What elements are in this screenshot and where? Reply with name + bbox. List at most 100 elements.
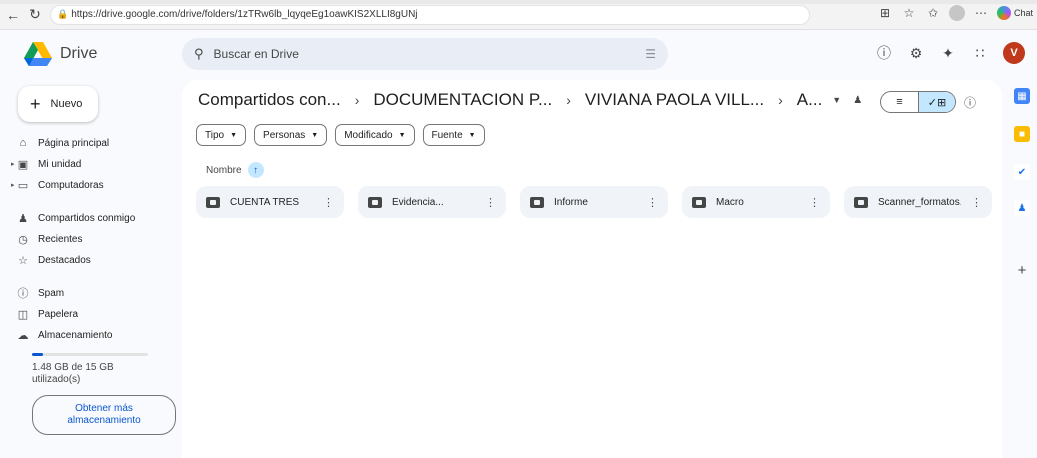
sort-by-name[interactable]: Nombre ↑	[206, 162, 264, 178]
more-vert-icon[interactable]: ⋮	[647, 196, 658, 209]
back-icon[interactable]: ←	[4, 6, 22, 24]
list-view-button[interactable]: ≡	[881, 92, 918, 112]
folder-item[interactable]: CUENTA TRES ⋮	[196, 186, 344, 218]
breadcrumb-item[interactable]: DOCUMENTACION P...	[371, 90, 554, 110]
filter-modified-chip[interactable]: Modificado ▼	[335, 124, 415, 146]
shared-icon: ♟	[18, 212, 28, 225]
computer-icon: ▭	[17, 179, 29, 192]
chip-label: Fuente	[431, 129, 463, 141]
new-button-label: Nuevo	[50, 98, 83, 110]
home-icon: ⌂	[19, 137, 27, 149]
chevron-down-icon: ▼	[311, 131, 319, 139]
grid-view-button[interactable]: ✓⊞	[918, 92, 955, 112]
storage-usage-text: 1.48 GB de 15 GB utilizado(s)	[32, 362, 114, 385]
chevron-down-icon: ▼	[398, 131, 406, 139]
sidebar-item-label: Recientes	[38, 233, 83, 245]
chip-label: Personas	[263, 129, 306, 141]
storage-progress-bar	[32, 353, 148, 356]
sidebar-item-label: Compartidos conmigo	[38, 212, 136, 224]
get-more-storage-button[interactable]: Obtener más almacenamiento	[32, 395, 176, 435]
folder-name: Informe	[554, 196, 588, 208]
apps-grid-icon[interactable]: ⊞	[877, 5, 893, 21]
cloud-icon: ☁	[17, 329, 29, 342]
google-apps-icon[interactable]: ∷	[971, 44, 989, 62]
folder-item[interactable]: Scanner_formatos... ⋮	[844, 186, 992, 218]
my-drive-icon: ▣	[17, 158, 29, 171]
sidebar-item-trash[interactable]: ◫ Papelera	[16, 304, 78, 324]
chip-label: Modificado	[344, 129, 393, 141]
reload-icon[interactable]: ↻	[26, 6, 44, 24]
add-addon-icon[interactable]: +	[1014, 262, 1030, 279]
search-input[interactable]: Buscar en Drive	[214, 47, 646, 61]
more-icon[interactable]: ⋯	[973, 5, 989, 21]
search-icon[interactable]: ⚲	[194, 46, 204, 62]
favorites-icon[interactable]: ✩	[925, 5, 941, 21]
sidebar-item-my-drive[interactable]: ▸ ▣ Mi unidad	[11, 154, 82, 174]
shared-folder-icon	[692, 196, 706, 208]
new-button[interactable]: + Nuevo	[18, 86, 98, 122]
help-icon[interactable]: ⓘ	[875, 44, 893, 62]
settings-icon[interactable]: ⚙	[907, 44, 925, 62]
breadcrumb-item[interactable]: Compartidos con...	[196, 90, 343, 110]
sidebar-item-home[interactable]: ⌂ Página principal	[16, 133, 110, 153]
browser-toolbar: ← ↻ 🔒 https://drive.google.com/drive/fol…	[0, 0, 1037, 30]
shared-folder-icon: ♟	[853, 94, 863, 106]
plus-icon: +	[30, 93, 41, 114]
sidebar-item-starred[interactable]: ☆ Destacados	[16, 250, 91, 270]
folder-menu-dropdown-icon[interactable]: ▼	[832, 95, 841, 105]
filter-source-chip[interactable]: Fuente ▼	[422, 124, 485, 146]
user-avatar[interactable]: V	[1003, 42, 1025, 64]
more-vert-icon[interactable]: ⋮	[323, 196, 334, 209]
site-info-icon[interactable]: 🔒	[57, 9, 68, 20]
filter-people-chip[interactable]: Personas ▼	[254, 124, 328, 146]
more-vert-icon[interactable]: ⋮	[485, 196, 496, 209]
chevron-down-icon: ▼	[230, 131, 238, 139]
details-info-icon[interactable]: ⓘ	[962, 94, 978, 110]
expand-caret-icon[interactable]: ▸	[11, 160, 15, 168]
drive-logo-link[interactable]: Drive	[24, 42, 97, 66]
sidebar-item-shared[interactable]: ♟ Compartidos conmigo	[16, 208, 135, 228]
expand-caret-icon[interactable]: ▸	[11, 181, 15, 189]
folder-item[interactable]: Macro ⋮	[682, 186, 830, 218]
sidebar-item-label: Computadoras	[38, 179, 104, 191]
storage-progress-fill	[32, 353, 44, 356]
tasks-icon[interactable]: ✔	[1014, 164, 1030, 180]
contacts-icon[interactable]: ♟	[1014, 200, 1030, 216]
sidebar-item-storage[interactable]: ☁ Almacenamiento	[16, 325, 113, 345]
main-content: Compartidos con... › DOCUMENTACION P... …	[182, 80, 1002, 458]
search-box[interactable]: ⚲ Buscar en Drive ☰	[182, 38, 668, 70]
trash-icon: ◫	[17, 308, 29, 321]
keep-icon[interactable]: ■	[1014, 126, 1030, 142]
side-panel: ▦ ■ ✔ ♟ +	[1006, 80, 1037, 458]
more-vert-icon[interactable]: ⋮	[971, 196, 982, 209]
sidebar-item-recent[interactable]: ◷ Recientes	[16, 229, 82, 249]
bookmark-star-icon[interactable]: ☆	[901, 5, 917, 21]
shared-folder-icon	[854, 196, 868, 208]
sidebar-item-label: Mi unidad	[38, 158, 82, 170]
url-text: https://drive.google.com/drive/folders/1…	[71, 9, 418, 20]
shared-folder-icon	[368, 196, 382, 208]
breadcrumb-current[interactable]: A...	[795, 90, 825, 110]
chevron-right-icon: ›	[778, 92, 783, 108]
drive-logo-icon	[24, 42, 52, 66]
calendar-icon[interactable]: ▦	[1014, 88, 1030, 104]
browser-profile-avatar[interactable]	[948, 5, 965, 21]
folder-name: Scanner_formatos...	[878, 196, 961, 208]
chevron-right-icon: ›	[354, 92, 360, 108]
folder-name: Evidencia...	[392, 196, 444, 208]
folder-item[interactable]: Informe ⋮	[520, 186, 668, 218]
breadcrumb-item[interactable]: VIVIANA PAOLA VILL...	[583, 90, 766, 110]
filter-type-chip[interactable]: Tipo ▼	[196, 124, 247, 146]
folder-item[interactable]: Evidencia... ⋮	[358, 186, 506, 218]
folder-name: CUENTA TRES	[230, 196, 300, 208]
star-icon: ☆	[18, 254, 28, 267]
search-options-icon[interactable]: ☰	[645, 47, 656, 61]
drive-header: Drive ⚲ Buscar en Drive ☰ ⓘ ⚙ ✦ ∷ V	[0, 30, 1037, 82]
address-bar[interactable]: 🔒 https://drive.google.com/drive/folders…	[50, 4, 810, 25]
sidebar-item-computers[interactable]: ▸ ▭ Computadoras	[11, 175, 104, 195]
gemini-sparkle-icon[interactable]: ✦	[939, 44, 957, 62]
more-vert-icon[interactable]: ⋮	[809, 196, 820, 209]
copilot-chat-button[interactable]: Chat	[996, 6, 1033, 20]
sort-ascending-arrow-icon[interactable]: ↑	[247, 162, 264, 178]
sidebar-item-spam[interactable]: ⓘ Spam	[16, 283, 65, 303]
